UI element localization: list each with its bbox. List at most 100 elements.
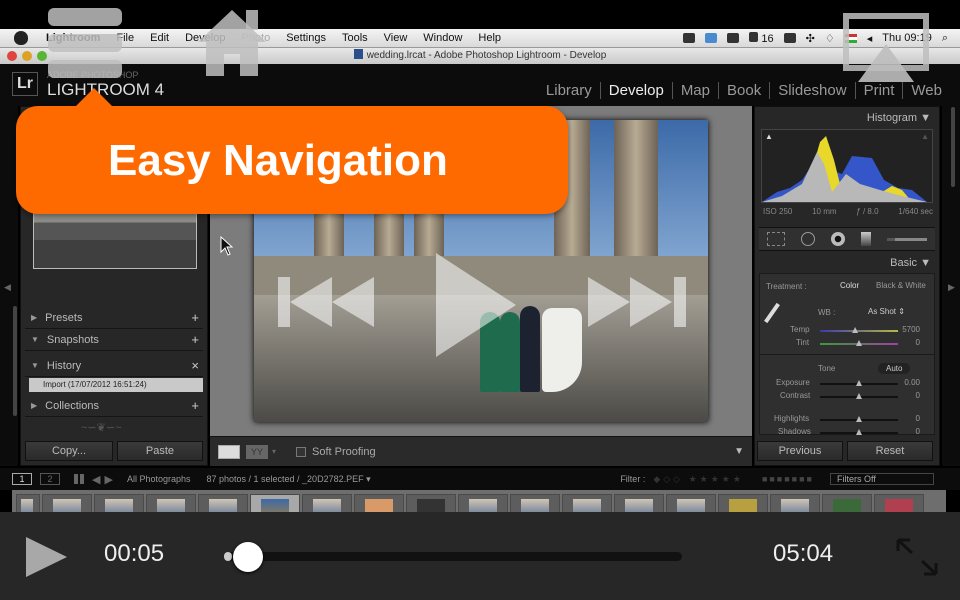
fullscreen-icon[interactable]	[896, 538, 938, 576]
treatment-bw-option[interactable]: Black & White	[876, 281, 926, 290]
airplay-icon[interactable]	[842, 12, 930, 84]
panel-collections[interactable]: ▶ Collections +	[25, 395, 203, 417]
adobe-badge[interactable]: 16	[749, 31, 774, 45]
filmstrip-thumb[interactable]	[198, 494, 248, 512]
wifi-icon[interactable]: ♢	[825, 32, 835, 45]
filmstrip-thumb[interactable]	[458, 494, 508, 512]
histogram[interactable]: ▲ ▲	[761, 129, 933, 203]
grid-view-icon[interactable]	[74, 474, 84, 484]
rewind-button[interactable]	[290, 277, 374, 327]
slider-thumb[interactable]	[856, 429, 862, 435]
close-window-button[interactable]	[7, 51, 17, 61]
filmstrip-thumb[interactable]	[354, 494, 404, 512]
filter-preset-dropdown[interactable]: Filters Off	[830, 473, 934, 485]
tint-slider[interactable]	[820, 340, 898, 346]
filmstrip-thumb[interactable]	[16, 494, 40, 512]
soft-proofing-checkbox[interactable]	[296, 446, 307, 457]
temp-slider[interactable]	[820, 327, 898, 333]
before-after-dropdown-icon[interactable]: ▾	[272, 447, 276, 456]
paste-settings-button[interactable]: Paste	[117, 441, 203, 461]
bluetooth-icon[interactable]: ✣	[806, 32, 815, 45]
menu-icon[interactable]	[48, 8, 122, 80]
right-panel-toggle-icon[interactable]: ▶	[948, 282, 955, 293]
display-icon[interactable]	[783, 33, 796, 43]
menu-settings[interactable]: Settings	[278, 32, 334, 44]
slider-thumb[interactable]	[856, 393, 862, 399]
crop-tool-icon[interactable]	[767, 232, 785, 246]
highlights-slider[interactable]	[820, 416, 898, 422]
basic-header[interactable]: Basic ▼	[890, 257, 931, 269]
slider-thumb[interactable]	[856, 380, 862, 386]
history-item[interactable]: Import (17/07/2012 16:51:24)	[29, 378, 203, 392]
module-book[interactable]: Book	[718, 82, 769, 99]
before-after-button[interactable]: YY	[246, 444, 268, 459]
filmstrip[interactable]	[12, 490, 946, 512]
wb-dropdown[interactable]: As Shot ⇕	[868, 307, 905, 316]
spotlight-search-icon[interactable]: ⌕	[942, 32, 948, 45]
left-scrollbar[interactable]	[13, 306, 17, 416]
filmstrip-thumb[interactable]	[146, 494, 196, 512]
highlight-clipping-icon[interactable]: ▲	[921, 132, 929, 141]
module-library[interactable]: Library	[538, 82, 600, 99]
menu-help[interactable]: Help	[470, 32, 509, 44]
highlights-value[interactable]: 0	[916, 414, 920, 423]
menu-edit[interactable]: Edit	[142, 32, 177, 44]
filmstrip-thumb[interactable]	[770, 494, 820, 512]
module-slideshow[interactable]: Slideshow	[769, 82, 854, 99]
treatment-color-option[interactable]: Color	[840, 281, 859, 290]
fast-forward-button[interactable]	[588, 277, 672, 327]
filmstrip-thumb[interactable]	[406, 494, 456, 512]
filmstrip-thumb-selected[interactable]	[250, 494, 300, 512]
zoom-window-button[interactable]	[37, 51, 47, 61]
temp-value[interactable]: 5700	[902, 325, 920, 334]
panel-presets[interactable]: ▶ Presets +	[25, 307, 203, 329]
forward-arrow-icon[interactable]: ▶	[104, 473, 112, 486]
photo-count[interactable]: 87 photos / 1 selected / _20D2782.PEF ▾	[206, 474, 370, 485]
exposure-value[interactable]: 0.00	[904, 378, 920, 387]
exposure-slider[interactable]	[820, 380, 898, 386]
slider-thumb[interactable]	[856, 340, 862, 346]
loupe-view-button[interactable]	[218, 444, 240, 459]
previous-button[interactable]: Previous	[757, 441, 843, 461]
histogram-header[interactable]: Histogram ▼	[867, 112, 931, 124]
filmstrip-thumb[interactable]	[42, 494, 92, 512]
spot-removal-tool-icon[interactable]	[801, 232, 815, 246]
reset-button[interactable]: Reset	[847, 441, 933, 461]
filmstrip-thumb[interactable]	[822, 494, 872, 512]
apple-icon[interactable]	[14, 31, 28, 45]
main-window-button[interactable]: 1	[12, 473, 32, 485]
menu-tools[interactable]: Tools	[334, 32, 376, 44]
wb-eyedropper-icon[interactable]	[764, 302, 780, 324]
camera-icon[interactable]	[683, 33, 696, 43]
source-label[interactable]: All Photographs	[127, 474, 191, 484]
menu-view[interactable]: View	[376, 32, 416, 44]
rating-filter[interactable]: ◆◇◇ ★★★★★	[653, 474, 744, 485]
home-icon[interactable]	[196, 6, 268, 78]
auto-tone-button[interactable]: Auto	[878, 363, 911, 374]
add-snapshot-button[interactable]: +	[191, 332, 199, 347]
filmstrip-thumb[interactable]	[666, 494, 716, 512]
filmstrip-thumb[interactable]	[718, 494, 768, 512]
back-arrow-icon[interactable]: ◀	[92, 473, 100, 486]
adjustment-brush-tool-icon[interactable]	[887, 237, 927, 241]
module-map[interactable]: Map	[671, 82, 718, 99]
filmstrip-thumb[interactable]	[562, 494, 612, 512]
slider-thumb[interactable]	[852, 327, 859, 333]
second-window-button[interactable]: 2	[40, 473, 60, 485]
add-collection-button[interactable]: +	[191, 398, 199, 413]
shadows-slider[interactable]	[820, 429, 898, 435]
menu-window[interactable]: Window	[415, 32, 470, 44]
filmstrip-thumb[interactable]	[614, 494, 664, 512]
graduated-filter-tool-icon[interactable]	[861, 232, 871, 246]
module-print[interactable]: Print	[854, 82, 903, 99]
color-label-filter[interactable]: ■■■■■■■	[762, 474, 814, 484]
minimize-window-button[interactable]	[22, 51, 32, 61]
filmstrip-thumb[interactable]	[94, 494, 144, 512]
overlay-play-button[interactable]	[436, 253, 516, 357]
drive-icon[interactable]	[727, 33, 740, 43]
copy-settings-button[interactable]: Copy...	[25, 441, 113, 461]
shadow-clipping-icon[interactable]: ▲	[765, 132, 773, 141]
panel-history[interactable]: ▼ History ×	[25, 355, 203, 377]
module-develop[interactable]: Develop	[599, 82, 672, 99]
add-preset-button[interactable]: +	[191, 310, 199, 325]
